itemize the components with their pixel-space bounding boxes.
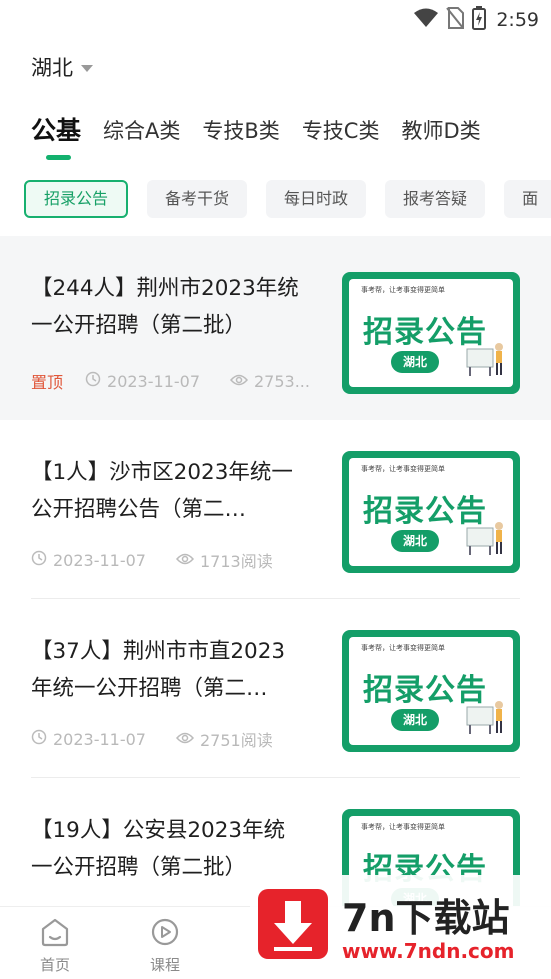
board-illustration-icon <box>463 516 507 560</box>
article-views: 2751阅读 <box>199 731 273 750</box>
tab-zhuanji-b[interactable]: 专技B类 <box>202 110 279 152</box>
watermark-name: 7n下载站 <box>342 896 510 940</box>
pinned-badge: 置顶 <box>31 373 64 392</box>
clock-icon <box>31 550 47 570</box>
article-date: 2023-11-07 <box>53 550 146 570</box>
article-item[interactable]: 【244人】荆州市2023年统一公开招聘（第二批） 置顶 2023-11-07 … <box>0 236 551 420</box>
date-group: 2023-11-07 <box>85 371 200 391</box>
tab-zhuanji-c[interactable]: 专技C类 <box>302 110 380 152</box>
battery-charging-icon <box>472 6 487 34</box>
eye-icon <box>229 372 249 391</box>
thumbnail-slogan: 事考帮，让考事变得更简单 <box>361 465 445 473</box>
status-time: 2:59 <box>496 9 539 31</box>
no-sim-icon <box>446 7 465 33</box>
article-thumbnail: 事考帮，让考事变得更简单 招录公告 湖北 <box>342 272 520 394</box>
eye-icon <box>175 730 194 749</box>
status-bar: 2:59 <box>0 0 551 40</box>
chip-interview[interactable]: 面 <box>504 180 551 218</box>
tab-zonghe-a[interactable]: 综合A类 <box>103 110 180 152</box>
article-list: 【244人】荆州市2023年统一公开招聘（第二批） 置顶 2023-11-07 … <box>0 236 551 906</box>
article-date: 2023-11-07 <box>53 729 146 749</box>
date-group: 2023-11-07 <box>31 550 146 570</box>
date-group: 2023-11-07 <box>31 729 146 749</box>
chip-exam-qa[interactable]: 报考答疑 <box>385 180 486 218</box>
thumbnail-badge: 湖北 <box>391 351 439 373</box>
region-label: 湖北 <box>31 56 73 80</box>
region-selector[interactable]: 湖北 <box>31 52 93 82</box>
article-title: 【1人】沙市区2023年统一公开招聘公告（第二… <box>31 460 293 522</box>
app-screen: 2:59 湖北 公基 综合A类 专技B类 专技C类 教师D类 招录公告 备考干货… <box>0 0 551 979</box>
nav-home[interactable]: 首页 <box>25 917 85 975</box>
chip-recruitment-notice[interactable]: 招录公告 <box>24 180 129 218</box>
views-group: 2751阅读 <box>175 727 273 751</box>
clock-icon <box>85 371 101 391</box>
article-views: 1713阅读 <box>199 552 273 571</box>
tab-gongji[interactable]: 公基 <box>31 110 81 160</box>
eye-icon <box>175 551 194 570</box>
board-illustration-icon <box>463 337 507 381</box>
board-illustration-icon <box>463 695 507 739</box>
nav-courses-label: 课程 <box>149 956 180 974</box>
thumbnail-badge: 湖北 <box>391 530 439 552</box>
status-icons: 2:59 <box>414 6 539 34</box>
article-thumbnail: 事考帮，让考事变得更简单 招录公告 湖北 <box>342 451 520 573</box>
thumbnail-slogan: 事考帮，让考事变得更简单 <box>361 286 445 294</box>
article-item[interactable]: 【37人】荆州市市直2023年统一公开招聘（第二… 2023-11-07 275… <box>0 599 551 778</box>
caret-down-icon <box>81 64 93 72</box>
thumbnail-slogan: 事考帮，让考事变得更简单 <box>361 823 445 831</box>
watermark-url: www.7ndn.com <box>342 939 515 963</box>
article-title: 【37人】荆州市市直2023年统一公开招聘（第二… <box>31 639 286 701</box>
views-group: 1713阅读 <box>175 548 273 572</box>
article-views: 2753... <box>254 371 310 391</box>
views-group: 2753... <box>229 371 310 391</box>
home-icon <box>39 918 71 951</box>
article-meta: 置顶 2023-11-07 2753... <box>31 369 340 393</box>
chip-study-tips[interactable]: 备考干货 <box>147 180 248 218</box>
wifi-icon <box>414 8 439 32</box>
article-meta: 2023-11-07 2751阅读 <box>31 727 303 751</box>
filter-chips: 招录公告 备考干货 每日时政 报考答疑 面 <box>24 180 551 218</box>
article-item[interactable]: 【1人】沙市区2023年统一公开招聘公告（第二… 2023-11-07 1713… <box>0 420 551 599</box>
play-circle-icon <box>149 918 181 951</box>
article-date: 2023-11-07 <box>107 371 200 391</box>
chip-daily-news[interactable]: 每日时政 <box>266 180 367 218</box>
article-thumbnail: 事考帮，让考事变得更简单 招录公告 湖北 <box>342 630 520 752</box>
watermark-overlay: 7n下载站 www.7ndn.com <box>250 875 551 979</box>
nav-home-label: 首页 <box>39 956 70 974</box>
article-title: 【244人】荆州市2023年统一公开招聘（第二批） <box>31 276 299 338</box>
download-logo-icon <box>258 889 328 959</box>
thumbnail-slogan: 事考帮，让考事变得更简单 <box>361 644 445 652</box>
category-tabs: 公基 综合A类 专技B类 专技C类 教师D类 <box>31 110 503 160</box>
tab-jiaoshi-d[interactable]: 教师D类 <box>401 110 480 152</box>
clock-icon <box>31 729 47 749</box>
nav-courses[interactable]: 课程 <box>135 917 195 975</box>
thumbnail-badge: 湖北 <box>391 709 439 731</box>
article-meta: 2023-11-07 1713阅读 <box>31 548 303 572</box>
